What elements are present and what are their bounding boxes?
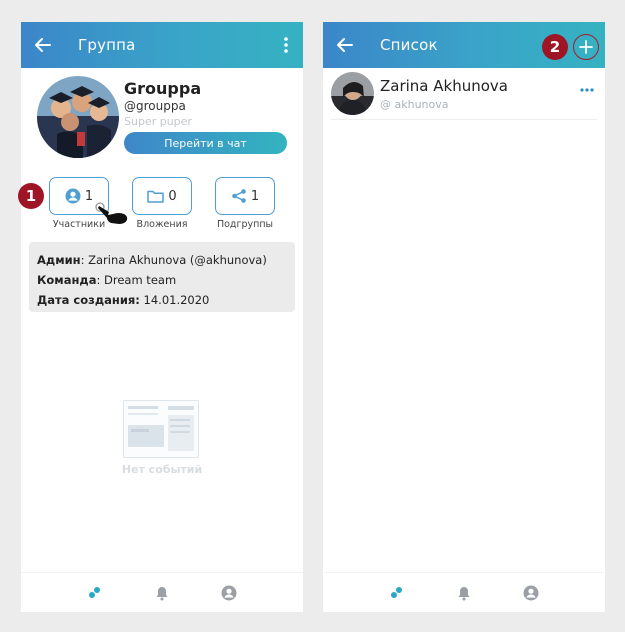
group-screen: Группа Grouppa @grouppa Super puper Пере… (21, 22, 303, 612)
attachments-count: 0 (168, 188, 177, 204)
list-item[interactable]: Zarina Akhunova @ akhunova (331, 72, 597, 120)
plus-icon (579, 40, 593, 54)
subgroups-label: Подгруппы (216, 219, 274, 230)
group-info-panel: Админ: Zarina Akhunova (@akhunova) Коман… (29, 242, 295, 312)
bottom-navigation (21, 572, 303, 612)
go-to-chat-button[interactable]: Перейти в чат (124, 132, 287, 154)
profile-nav-icon[interactable] (523, 585, 539, 601)
avatar (331, 72, 374, 115)
contact-handle: @ akhunova (380, 98, 449, 111)
back-arrow-icon[interactable] (335, 35, 355, 55)
group-avatar (37, 76, 119, 158)
subgroups-button[interactable]: 1 (215, 177, 275, 215)
bell-icon[interactable] (154, 585, 170, 601)
group-name: Grouppa (124, 79, 202, 98)
app-bar: Группа (21, 22, 303, 68)
groups-nav-icon[interactable] (87, 585, 103, 601)
attachments-label: Вложения (136, 219, 188, 230)
back-arrow-icon[interactable] (33, 35, 53, 55)
empty-events-illustration (123, 400, 199, 458)
created-row: Дата создания: 14.01.2020 (37, 293, 210, 307)
step-badge-1: 1 (18, 183, 44, 209)
add-button[interactable] (573, 34, 599, 60)
bottom-navigation (323, 572, 605, 612)
more-vertical-icon[interactable] (279, 35, 293, 55)
groups-nav-icon[interactable] (389, 585, 405, 601)
page-title: Группа (78, 36, 136, 54)
empty-events-text: Нет событий (121, 463, 203, 476)
team-row: Команда: Dream team (37, 273, 177, 287)
share-icon (232, 189, 246, 203)
more-horizontal-icon[interactable] (579, 86, 595, 94)
group-description: Super puper (124, 115, 192, 128)
page-title: Список (380, 36, 438, 54)
profile-nav-icon[interactable] (221, 585, 237, 601)
pointer-hand-icon (95, 202, 128, 224)
subgroups-count: 1 (250, 188, 260, 204)
members-count: 1 (84, 188, 94, 204)
admin-row: Админ: Zarina Akhunova (@akhunova) (37, 253, 267, 267)
step-badge-2: 2 (542, 34, 568, 60)
attachments-button[interactable]: 0 (132, 177, 192, 215)
group-handle: @grouppa (124, 99, 186, 113)
bell-icon[interactable] (456, 585, 472, 601)
user-circle-icon (65, 188, 81, 204)
contact-name: Zarina Akhunova (380, 77, 508, 95)
folder-icon (147, 190, 165, 203)
list-screen: Список Zarina Akhunova @ akhunova (323, 22, 605, 612)
